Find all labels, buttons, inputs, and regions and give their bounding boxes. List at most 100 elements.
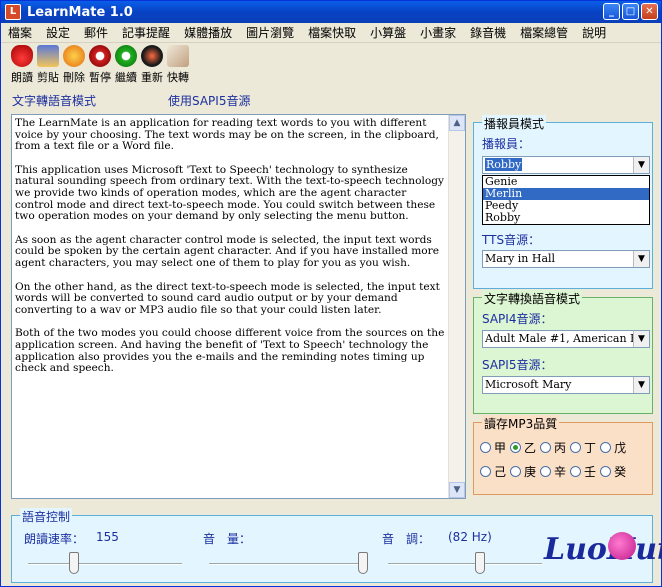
menu-image[interactable]: 圖片瀏覽 <box>239 23 301 43</box>
menu-paint[interactable]: 小畫家 <box>413 23 463 43</box>
radio-icon <box>570 442 582 453</box>
radio-yi[interactable]: 乙 <box>510 439 536 456</box>
menu-mail[interactable]: 郵件 <box>77 23 115 43</box>
pitch-label: 音 調： <box>382 532 431 546</box>
lips-icon <box>11 45 33 67</box>
mp3-quality-panel: 讀存MP3品質 甲 乙 丙 丁 戊 己 庚 辛 壬 癸 <box>473 415 653 495</box>
brand-logo: LuoHui <box>544 532 662 567</box>
rate-label: 朗讀速率： <box>24 532 85 546</box>
radio-icon <box>540 466 552 477</box>
text-paragraph: As soon as the agent character control m… <box>15 233 439 269</box>
sapi4-select[interactable]: Adult Male #1, American Engli ▼ <box>482 330 650 348</box>
mp3-panel-title: 讀存MP3品質 <box>482 415 560 432</box>
volume-label: 音 量： <box>203 532 252 546</box>
tts-mode-panel-title: 文字轉換語音模式 <box>482 290 583 307</box>
main-window: L LearnMate 1.0 _ □ ✕ 檔案 設定 郵件 記事提醒 媒體播放… <box>0 0 662 587</box>
radio-bing[interactable]: 丙 <box>540 439 566 456</box>
text-paragraph: This application uses Microsoft 'Text to… <box>15 163 444 223</box>
restart-icon <box>141 45 163 67</box>
menu-media[interactable]: 媒體播放 <box>177 23 239 43</box>
title-bar[interactable]: L LearnMate 1.0 _ □ ✕ <box>1 1 661 23</box>
broadcaster-dropdown: Genie Merlin Peedy Robby <box>482 175 650 225</box>
dropdown-option[interactable]: Robby <box>483 212 649 224</box>
menu-calculator[interactable]: 小算盤 <box>363 23 413 43</box>
continue-button[interactable]: 繼續 <box>113 45 139 85</box>
radio-ji[interactable]: 己 <box>480 463 506 480</box>
menu-settings[interactable]: 設定 <box>39 23 77 43</box>
text-paragraph: The LearnMate is an application for read… <box>15 118 439 153</box>
close-button[interactable]: ✕ <box>641 3 658 20</box>
mp3-quality-row: 己 庚 辛 壬 癸 <box>480 463 630 480</box>
vertical-scrollbar[interactable]: ▲ ▼ <box>448 115 465 498</box>
menu-file-cache[interactable]: 檔案快取 <box>301 23 363 43</box>
pitch-slider-thumb[interactable] <box>475 552 486 574</box>
sapi5-label: SAPI5音源： <box>482 358 553 372</box>
toolbar: 朗讀 剪貼 刪除 暫停 繼續 重新 快轉 <box>9 45 191 85</box>
chevron-down-icon[interactable]: ▼ <box>633 377 649 393</box>
maximize-button[interactable]: □ <box>622 3 639 20</box>
pause-icon <box>89 45 111 67</box>
radio-wu[interactable]: 戊 <box>600 439 626 456</box>
tts-source-label: TTS音源： <box>482 233 541 247</box>
volume-slider-track[interactable] <box>209 563 363 565</box>
clipboard-icon <box>37 45 59 67</box>
chevron-down-icon[interactable]: ▼ <box>633 331 649 347</box>
clipboard-button[interactable]: 剪貼 <box>35 45 61 85</box>
tts-mode-panel: 文字轉換語音模式 SAPI4音源： Adult Male #1, America… <box>473 290 653 414</box>
radio-icon <box>480 466 491 477</box>
minimize-button[interactable]: _ <box>603 3 620 20</box>
menu-explorer[interactable]: 檔案總管 <box>513 23 575 43</box>
chevron-down-icon[interactable]: ▼ <box>633 157 649 173</box>
delete-icon <box>63 45 85 67</box>
radio-jia[interactable]: 甲 <box>480 439 506 456</box>
radio-xin[interactable]: 辛 <box>540 463 566 480</box>
radio-selected-icon <box>510 442 522 453</box>
rate-value: 155 <box>96 530 119 544</box>
text-paragraph: Both of the two modes you could choose d… <box>15 327 445 375</box>
tts-source-select[interactable]: Mary in Hall ▼ <box>482 250 650 268</box>
volume-slider-thumb[interactable] <box>358 552 368 574</box>
chevron-down-icon[interactable]: ▼ <box>633 251 649 267</box>
broadcaster-select[interactable]: Robby ▼ <box>482 156 650 174</box>
sapi4-label: SAPI4音源： <box>482 312 553 326</box>
radio-ren[interactable]: 壬 <box>570 463 596 480</box>
radio-ding[interactable]: 丁 <box>570 439 596 456</box>
radio-icon <box>570 466 582 477</box>
menu-bar: 檔案 設定 郵件 記事提醒 媒體播放 圖片瀏覽 檔案快取 小算盤 小畫家 錄音機… <box>1 23 661 43</box>
voice-control-title: 語音控制 <box>20 508 73 525</box>
text-content: The LearnMate is an application for read… <box>15 118 447 494</box>
delete-button[interactable]: 刪除 <box>61 45 87 85</box>
menu-file[interactable]: 檔案 <box>1 23 39 43</box>
restart-button[interactable]: 重新 <box>139 45 165 85</box>
pitch-value: (82 Hz) <box>448 530 492 544</box>
read-button[interactable]: 朗讀 <box>9 45 35 85</box>
continue-icon <box>115 45 137 67</box>
broadcaster-panel-title: 播報員模式 <box>482 115 547 132</box>
menu-reminder[interactable]: 記事提醒 <box>115 23 177 43</box>
radio-icon <box>600 466 612 477</box>
window-title: LearnMate 1.0 <box>27 4 133 20</box>
rate-slider-track[interactable] <box>28 563 182 565</box>
menu-help[interactable]: 說明 <box>575 23 613 43</box>
rate-slider-thumb[interactable] <box>69 552 80 574</box>
menu-recorder[interactable]: 錄音機 <box>463 23 513 43</box>
fast-forward-button[interactable]: 快轉 <box>165 45 191 85</box>
radio-icon <box>600 442 612 453</box>
pitch-slider-track[interactable] <box>388 563 542 565</box>
pause-button[interactable]: 暫停 <box>87 45 113 85</box>
voice-control-panel: 語音控制 朗讀速率： 155 音 量： 音 調： (82 Hz) LuoHui <box>11 508 662 583</box>
sapi5-select[interactable]: Microsoft Mary ▼ <box>482 376 650 394</box>
broadcaster-panel: 播報員模式 播報員： Robby ▼ Genie Merlin Peedy Ro… <box>473 115 653 289</box>
text-paragraph: On the other hand, as the direct text-to… <box>15 280 440 316</box>
text-input-area[interactable]: The LearnMate is an application for read… <box>11 114 466 499</box>
mp3-quality-row: 甲 乙 丙 丁 戊 <box>480 439 630 456</box>
mode-label: 文字轉語音模式 <box>12 94 97 108</box>
radio-gui[interactable]: 癸 <box>600 463 626 480</box>
radio-geng[interactable]: 庚 <box>510 463 536 480</box>
voice-source-label: 使用SAPI5音源 <box>168 94 251 108</box>
scroll-down-icon[interactable]: ▼ <box>449 482 465 498</box>
scroll-up-icon[interactable]: ▲ <box>449 115 465 131</box>
radio-icon <box>510 466 522 477</box>
radio-icon <box>540 442 552 453</box>
broadcaster-label: 播報員： <box>482 137 531 151</box>
